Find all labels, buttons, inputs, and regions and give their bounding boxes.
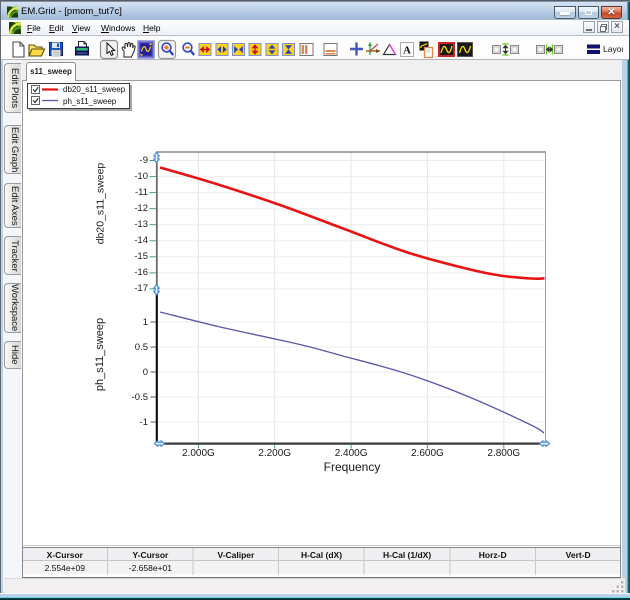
svg-text:A: A <box>403 45 411 57</box>
